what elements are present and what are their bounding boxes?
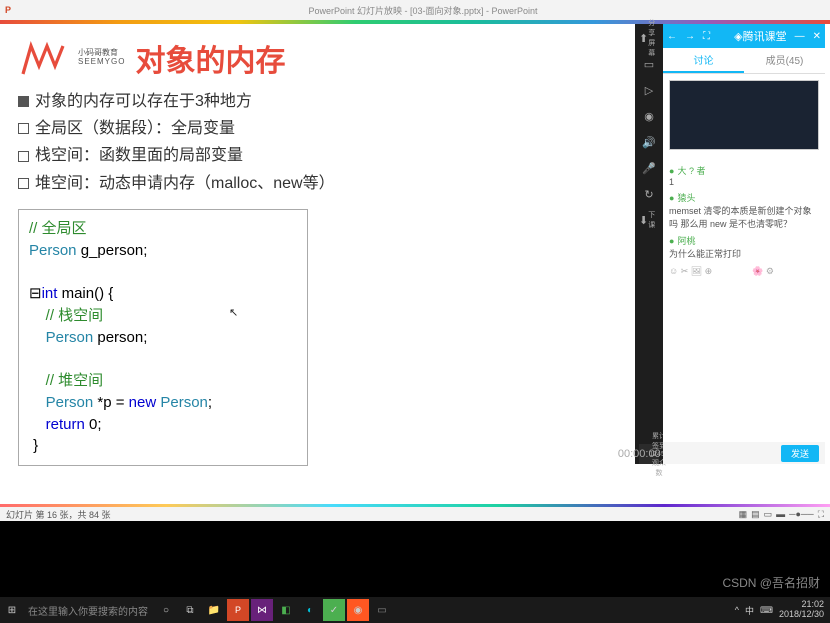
ppt-icon[interactable]: ▭	[639, 54, 659, 74]
zoom-slider[interactable]: ─●──	[789, 509, 814, 519]
download-icon[interactable]: ⬇下课	[639, 210, 659, 230]
ime-icon[interactable]: 中	[745, 604, 754, 617]
cursor-icon: ↖	[229, 306, 238, 322]
taskbar: ⊞ 在这里输入你要搜索的内容 ○ ⧉ 📁 P ⋈ ◧ ◐ ✓ ◉ ▭ ^ 中 ⌨…	[0, 597, 830, 623]
app-icon: P	[5, 5, 11, 15]
expand-icon[interactable]: ⛶	[703, 31, 710, 42]
app-icon[interactable]: ◐	[299, 599, 321, 621]
start-icon[interactable]: ⊞	[1, 599, 23, 621]
watermark: CSDN @吾名招财	[722, 574, 820, 591]
camera-icon[interactable]: ◉	[639, 106, 659, 126]
chat-msg: 为什么能正常打印	[669, 247, 819, 260]
window-title: PowerPoint 幻灯片放映 - [03-面向对象.pptx] - Powe…	[16, 4, 830, 17]
close-icon[interactable]: ✕	[813, 31, 821, 42]
app-icon[interactable]: ◉	[347, 599, 369, 621]
chat-msg: memset 清零的本质是新创建个对象吗 那么用 new 是不也清零呢？	[669, 204, 819, 230]
tab-discuss[interactable]: 讨论	[663, 48, 744, 73]
refresh-icon[interactable]: ↻	[639, 184, 659, 204]
view-icon[interactable]: ▭	[764, 509, 773, 520]
clock[interactable]: 21:022018/12/30	[779, 600, 824, 620]
chat-user: 猿头	[669, 191, 819, 204]
vs-icon[interactable]: ⋈	[251, 599, 273, 621]
search-input[interactable]: 在这里输入你要搜索的内容	[24, 603, 154, 618]
chat-panel: ⬆分享屏幕 ▭ ▷ ◉ 🔊 🎤 ↻ ⬇下课 00:00:00 累计签到 1245…	[635, 24, 825, 464]
powerpoint-icon[interactable]: P	[227, 599, 249, 621]
mic-icon[interactable]: 🎤	[639, 158, 659, 178]
tray-up-icon[interactable]: ^	[735, 605, 739, 615]
timer-box: 00:00:00 累计签到 12450 观众数	[639, 444, 659, 464]
chat-toolbar: ☺ ✂ 🖼 ⊕ 🌸 ⚙	[669, 266, 819, 277]
send-button[interactable]: 发送	[781, 445, 819, 462]
forward-icon[interactable]: →	[685, 31, 695, 42]
chat-messages: 大 ? 者 1 猿头 memset 清零的本质是新创建个对象吗 那么用 new …	[663, 156, 825, 442]
sound-icon[interactable]: 🔊	[639, 132, 659, 152]
tab-members[interactable]: 成员(45)	[744, 48, 825, 73]
fit-icon[interactable]: ⛶	[818, 509, 824, 520]
view-icon[interactable]: ▤	[751, 509, 760, 520]
input-icon[interactable]: ⌨	[760, 605, 773, 616]
screen-thumbnail[interactable]	[669, 80, 819, 150]
video-icon[interactable]: ▷	[639, 80, 659, 100]
app-icon[interactable]: ✓	[323, 599, 345, 621]
minimize-icon[interactable]: —	[795, 31, 805, 42]
logo-text: 小码哥教育 SEEMYGO	[78, 49, 125, 67]
chat-msg: 1	[669, 177, 819, 187]
app-icon[interactable]: ▭	[371, 599, 393, 621]
cortana-icon[interactable]: ○	[155, 599, 177, 621]
slide-title: 对象的内存	[135, 36, 285, 80]
logo-icon	[18, 38, 68, 78]
code-block: // 全局区 Person g_person; ⊟int main() { //…	[18, 209, 308, 466]
system-tray: ^ 中 ⌨ 21:022018/12/30	[735, 600, 830, 620]
chat-user: 阿桃	[669, 234, 819, 247]
view-icon[interactable]: ▬	[776, 509, 785, 519]
view-icon[interactable]: ▦	[739, 509, 748, 520]
panel-tabs: 讨论 成员(45)	[663, 48, 825, 74]
share-icon[interactable]: ⬆分享屏幕	[639, 28, 659, 48]
brand-label: ◈腾讯课堂	[734, 28, 786, 44]
panel-sidebar: ⬆分享屏幕 ▭ ▷ ◉ 🔊 🎤 ↻ ⬇下课 00:00:00 累计签到 1245…	[635, 24, 663, 464]
back-icon[interactable]: ←	[667, 31, 677, 42]
window-titlebar: P PowerPoint 幻灯片放映 - [03-面向对象.pptx] - Po…	[0, 0, 830, 20]
panel-header: ← → ⛶ ◈腾讯课堂 — ✕	[663, 24, 825, 48]
status-bar: 幻灯片 第 16 张，共 84 张 ▦ ▤ ▭ ▬ ─●── ⛶	[0, 507, 830, 521]
status-icons: ▦ ▤ ▭ ▬ ─●── ⛶	[739, 509, 824, 520]
send-bar: 发送	[663, 442, 825, 464]
chat-user: 大 ? 者	[669, 164, 819, 177]
taskview-icon[interactable]: ⧉	[179, 599, 201, 621]
app-icon[interactable]: ◧	[275, 599, 297, 621]
slide-counter: 幻灯片 第 16 张，共 84 张	[6, 508, 111, 521]
explorer-icon[interactable]: 📁	[203, 599, 225, 621]
